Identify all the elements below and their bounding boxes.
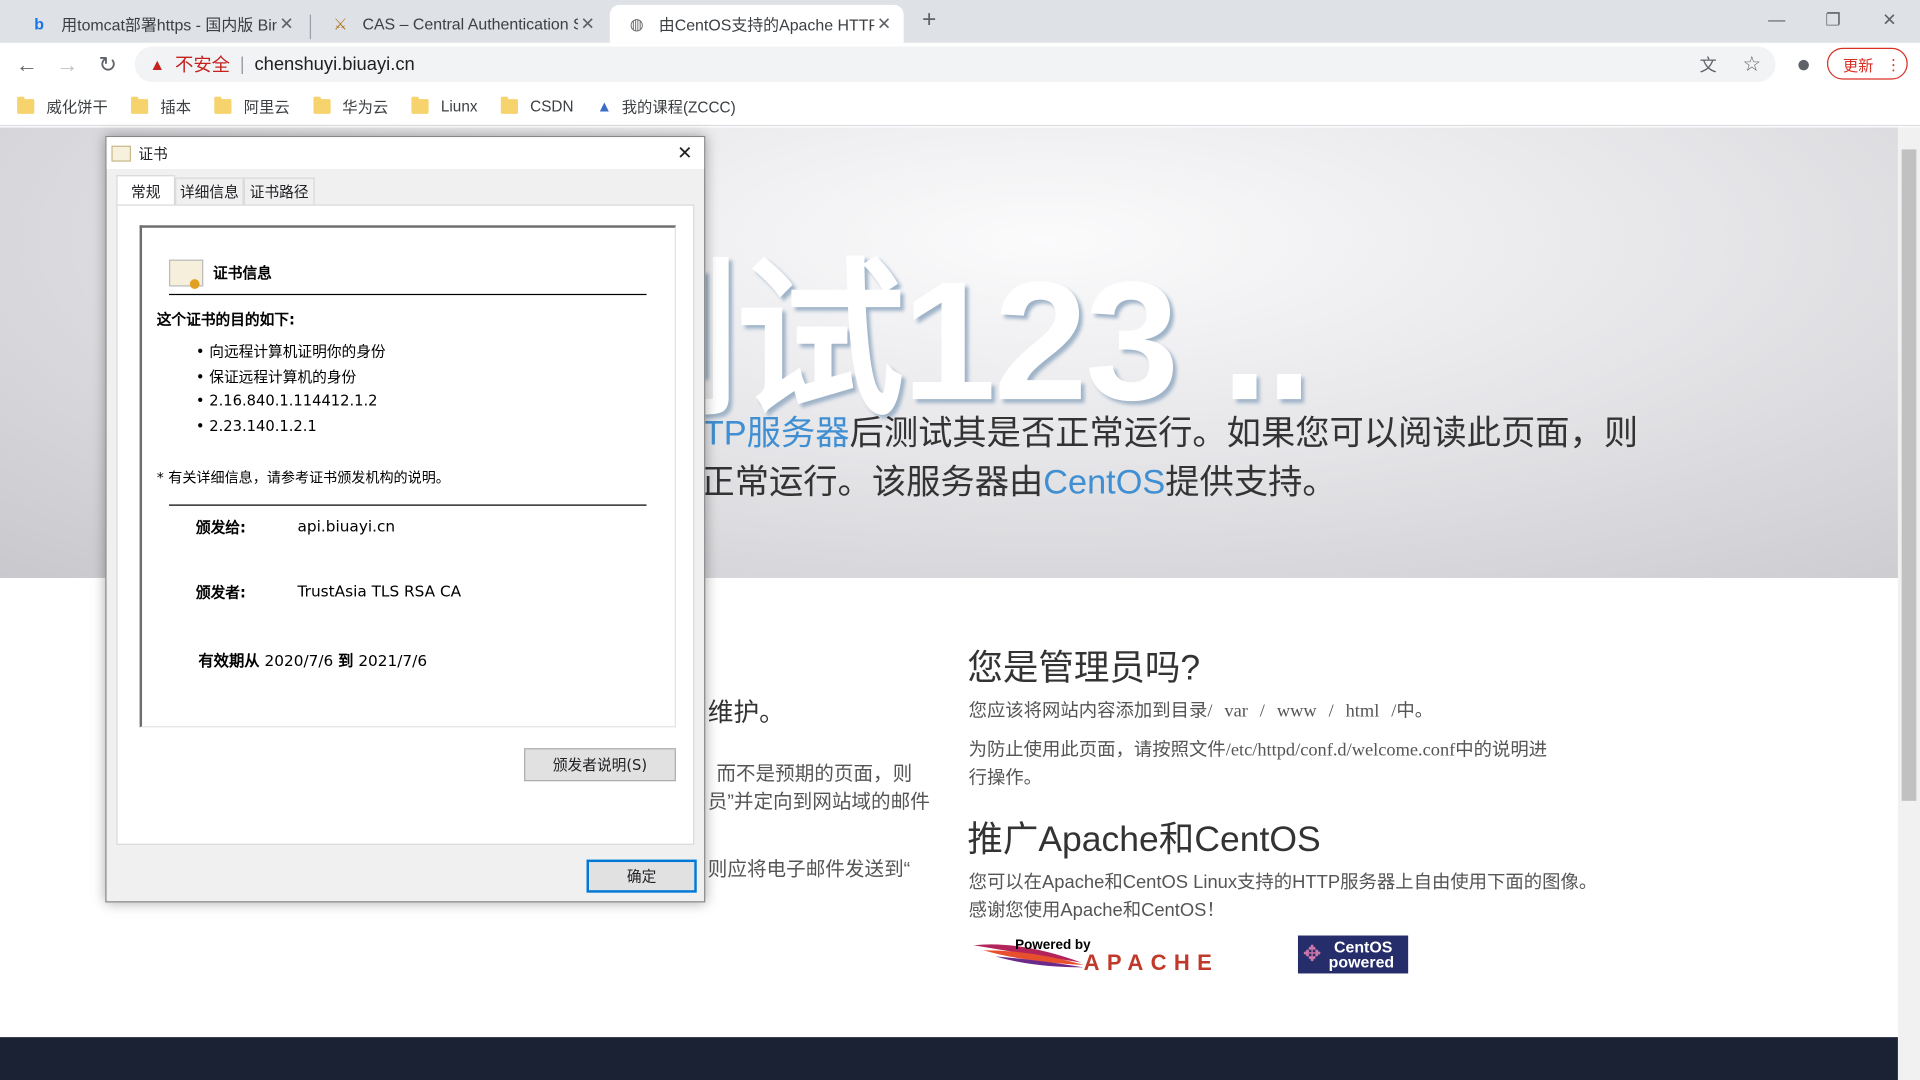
bookmark-star-icon[interactable]: ☆ xyxy=(1742,52,1761,76)
dialog-close-button[interactable]: ✕ xyxy=(677,142,692,164)
url-text[interactable]: chenshuyi.biuayi.cn xyxy=(254,54,414,75)
security-label[interactable]: 不安全 xyxy=(175,51,230,77)
tab-general[interactable]: 常规 xyxy=(116,175,176,206)
purpose-item: • 2.16.840.1.114412.1.2 xyxy=(195,391,378,409)
update-button[interactable]: 更新 ⋮ xyxy=(1826,47,1908,80)
issuer-statement-button[interactable]: 颁发者说明(S) xyxy=(524,748,676,782)
folder-icon xyxy=(214,96,232,114)
tab-panel: 证书信息 这个证书的目的如下: • 向远程计算机证明你的身份 • 保证远程计算机… xyxy=(116,204,695,845)
issued-by-label: 颁发者: xyxy=(195,584,246,602)
bookmark-item[interactable]: Liunx xyxy=(411,96,477,114)
admin-paragraph-1: 您应该将网站内容添加到目录/ var / www / html /中。 xyxy=(968,700,1434,722)
apache-powered-logo[interactable]: Powered by APACHE xyxy=(971,936,1282,975)
left-column-text: 维护。 xyxy=(707,699,785,728)
divider: | xyxy=(239,53,245,75)
issued-to-value: api.biuayi.cn xyxy=(297,516,396,536)
dialog-titlebar[interactable]: 证书 ✕ xyxy=(106,137,705,169)
globe-icon: ◍ xyxy=(629,14,644,33)
purpose-heading: 这个证书的目的如下: xyxy=(156,311,295,329)
issued-to-label: 颁发给: xyxy=(195,519,246,537)
certificate-icon xyxy=(111,145,132,162)
centos-powered-logo[interactable]: ✥ CentOS powered xyxy=(1297,935,1409,974)
restore-button[interactable]: ❐ xyxy=(1805,0,1861,39)
centos-link[interactable]: CentOS xyxy=(1043,463,1165,501)
bing-icon: b xyxy=(34,14,45,34)
folder-icon xyxy=(500,96,518,114)
bookmark-item[interactable]: 插本 xyxy=(131,94,191,117)
svg-text:Powered by: Powered by xyxy=(1015,937,1091,952)
validity-period: 有效期从 2020/7/6 到 2021/7/6 xyxy=(198,651,428,670)
address-bar[interactable]: ▲ 不安全 | chenshuyi.biuayi.cn 文 ☆ xyxy=(134,46,1776,83)
tab-separator xyxy=(309,14,312,40)
vertical-scrollbar[interactable] xyxy=(1897,127,1920,1080)
divider xyxy=(168,293,647,296)
bookmark-item[interactable]: 华为云 xyxy=(312,94,388,117)
admin-paragraph-2-cont: 行操作。 xyxy=(968,767,1043,789)
bookmark-item[interactable]: ▲ 我的课程(ZCCC) xyxy=(597,94,736,117)
ok-button[interactable]: 确定 xyxy=(586,859,697,893)
certificate-icon xyxy=(168,259,204,289)
close-tab-icon[interactable]: ✕ xyxy=(277,13,297,34)
left-column-text: 则应将电子邮件发送到“ xyxy=(707,859,911,881)
certificate-dialog: 证书 ✕ 常规 详细信息 证书路径 证书信息 这个证书的目的如下: • 向远程计… xyxy=(105,135,706,903)
tab-strip: b 用tomcat部署https - 国内版 Bing ✕ ⚔ CAS – Ce… xyxy=(0,0,1920,43)
page-footer xyxy=(0,1037,1898,1080)
bookmark-item[interactable]: 威化饼干 xyxy=(17,94,108,117)
folder-icon xyxy=(17,96,35,114)
tab-bing[interactable]: b 用tomcat部署https - 国内版 Bing ✕ xyxy=(12,5,306,43)
centos-logo-text: CentOS powered xyxy=(1328,937,1395,971)
left-column-text: 而不是预期的页面，则 xyxy=(716,764,913,785)
admin-paragraph-2: 为防止使用此页面，请按照文件/etc/httpd/conf.d/welcome.… xyxy=(968,739,1548,761)
centos-icon: ✥ xyxy=(1302,941,1322,967)
promo-heading: 推广Apache和CentOS xyxy=(967,820,1321,860)
tab-certification-path[interactable]: 证书路径 xyxy=(243,177,315,205)
bookmark-item[interactable]: CSDN xyxy=(500,96,574,114)
purpose-item: • 向远程计算机证明你的身份 xyxy=(195,342,386,361)
tab-centos[interactable]: ◍ 由CentOS支持的Apache HTTP Server ✕ xyxy=(609,4,904,43)
purpose-item: • 保证远程计算机的身份 xyxy=(195,368,357,386)
warning-icon: ▲ xyxy=(149,55,166,74)
cas-icon: ⚔ xyxy=(333,14,348,33)
scrollbar-thumb[interactable] xyxy=(1901,149,1917,801)
admin-heading: 您是管理员吗? xyxy=(967,648,1201,689)
minimize-button[interactable]: — xyxy=(1749,0,1805,39)
svg-text:APACHE: APACHE xyxy=(1084,950,1219,975)
promo-paragraph-2: 感谢您使用Apache和CentOS！ xyxy=(968,900,1225,921)
info-heading: 证书信息 xyxy=(213,264,272,282)
close-tab-icon[interactable]: ✕ xyxy=(874,13,894,34)
hero-line-2: 正常运行。该服务器由CentOS提供支持。 xyxy=(700,462,1337,501)
new-tab-button[interactable]: + xyxy=(922,6,936,34)
forward-button[interactable]: → xyxy=(50,48,84,82)
toolbar: ← → ↻ ▲ 不安全 | chenshuyi.biuayi.cn 文 ☆ ● … xyxy=(0,42,1920,87)
translate-icon[interactable]: 文 xyxy=(1700,52,1717,76)
tab-details[interactable]: 详细信息 xyxy=(175,177,244,205)
folder-icon xyxy=(131,96,149,114)
apache-feather-icon: Powered by APACHE xyxy=(973,937,1219,975)
issued-by-value: TrustAsia TLS RSA CA xyxy=(297,581,462,601)
reload-button[interactable]: ↻ xyxy=(91,48,125,82)
folder-icon xyxy=(411,96,429,114)
certificate-info-box: 证书信息 这个证书的目的如下: • 向远程计算机证明你的身份 • 保证远程计算机… xyxy=(139,225,676,728)
bookmarks-bar: 威化饼干 插本 阿里云 华为云 Liunx CSDN ▲ 我的课程(ZCCC) xyxy=(0,86,1920,127)
folder-icon xyxy=(312,96,331,114)
close-window-button[interactable]: ✕ xyxy=(1861,0,1917,39)
back-button[interactable]: ← xyxy=(10,48,44,82)
divider xyxy=(168,504,647,506)
http-server-link[interactable]: TP服务器 xyxy=(703,414,850,452)
course-icon: ▲ xyxy=(596,97,612,115)
left-column-text: 员”并定向到网站域的邮件 xyxy=(707,792,930,814)
close-tab-icon[interactable]: ✕ xyxy=(578,13,598,34)
bookmark-item[interactable]: 阿里云 xyxy=(214,94,290,117)
profile-icon[interactable]: ● xyxy=(1787,48,1821,82)
promo-paragraph-1: 您可以在Apache和CentOS Linux支持的HTTP服务器上自由使用下面… xyxy=(968,871,1598,893)
purpose-item: • 2.23.140.1.2.1 xyxy=(195,417,317,435)
note-text: * 有关详细信息，请参考证书颁发机构的说明。 xyxy=(156,468,450,487)
hero-line-1: TP服务器后测试其是否正常运行。如果您可以阅读此页面，则 xyxy=(702,413,1639,452)
tab-cas[interactable]: ⚔ CAS – Central Authentication Service ✕ xyxy=(313,5,607,43)
menu-dots-icon: ⋮ xyxy=(1885,55,1902,73)
